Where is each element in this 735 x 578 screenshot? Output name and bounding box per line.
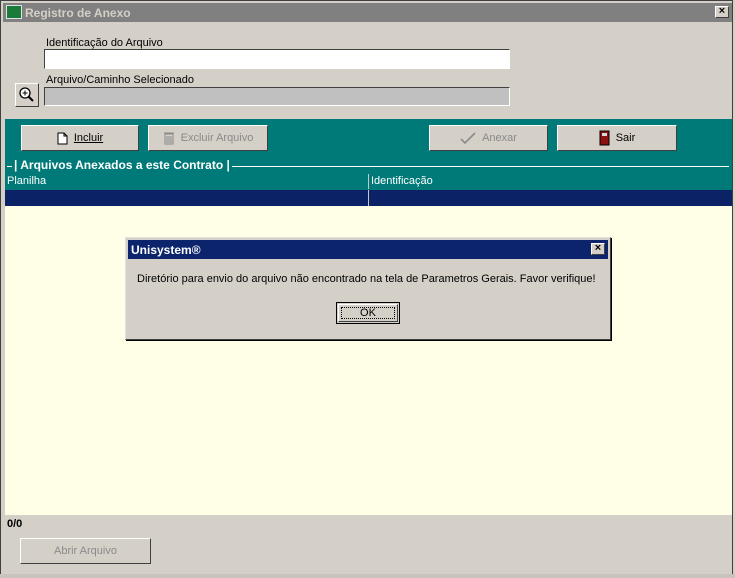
attach-label: Anexar [482, 132, 517, 144]
checkmark-icon [460, 131, 476, 144]
message-dialog: Unisystem® × Diretório para envio do arq… [125, 237, 611, 340]
delete-file-button[interactable]: Excluir Arquivo [148, 125, 268, 151]
bottom-edge [0, 574, 735, 578]
identification-field[interactable] [44, 49, 510, 69]
include-button[interactable]: Incluir [21, 125, 139, 151]
trash-icon [163, 132, 174, 145]
delete-file-label: Excluir Arquivo [180, 132, 254, 144]
window-title: Registro de Anexo [25, 6, 131, 20]
column-header-identification[interactable]: Identificação [369, 174, 732, 189]
open-file-label: Abrir Arquivo [54, 545, 117, 557]
exit-button[interactable]: Sair [557, 125, 677, 151]
column-separator [368, 190, 369, 206]
selected-table-row[interactable] [5, 190, 732, 206]
ok-button[interactable]: OK [336, 302, 400, 324]
attach-button[interactable]: Anexar [429, 125, 548, 151]
attachments-group-title: | Arquivos Anexados a este Contrato | [12, 158, 232, 172]
column-header-sheet[interactable]: Planilha [5, 174, 369, 189]
ok-label: OK [341, 307, 395, 319]
exit-label: Sair [615, 132, 636, 144]
close-icon[interactable]: × [715, 6, 729, 18]
path-label: Arquivo/Caminho Selecionado [46, 74, 194, 86]
identification-input[interactable] [45, 50, 509, 68]
dialog-titlebar[interactable]: Unisystem® × [128, 240, 608, 259]
dialog-message: Diretório para envio do arquivo não enco… [137, 273, 596, 285]
app-icon [6, 5, 22, 19]
search-file-button[interactable] [15, 83, 39, 107]
open-file-button[interactable]: Abrir Arquivo [20, 538, 151, 564]
dialog-title: Unisystem® [131, 243, 201, 257]
exit-door-icon [599, 130, 610, 146]
path-input [45, 88, 509, 105]
identification-label: Identificação do Arquivo [46, 37, 163, 49]
window-titlebar[interactable]: Registro de Anexo × [3, 3, 732, 22]
include-label: Incluir [73, 132, 104, 144]
dialog-close-icon[interactable]: × [591, 243, 605, 255]
document-icon [57, 132, 68, 144]
path-field [44, 87, 510, 106]
record-count: 0/0 [7, 518, 23, 530]
magnifier-icon [19, 87, 34, 102]
